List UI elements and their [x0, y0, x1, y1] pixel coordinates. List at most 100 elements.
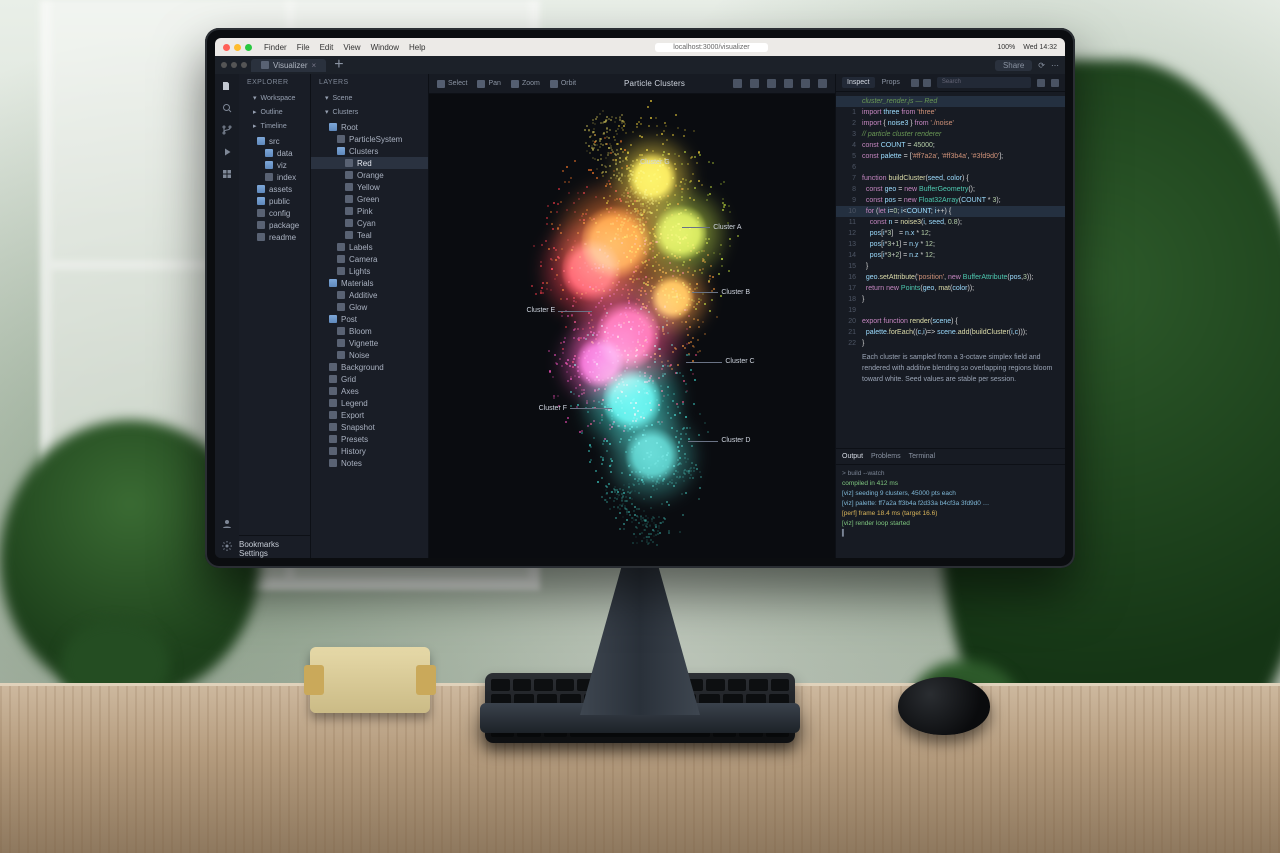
layers-tree[interactable]: RootParticleSystemClustersRedOrangeYello… [311, 119, 428, 558]
code-line[interactable]: 21 palette.forEach((c,i)=> scene.add(bui… [836, 327, 1065, 338]
tree-item[interactable]: Camera [311, 253, 428, 265]
tree-item[interactable]: public [239, 195, 310, 207]
console-tab-output[interactable]: Output [842, 453, 863, 460]
console-tab-terminal[interactable]: Terminal [909, 453, 935, 460]
tree-item[interactable]: Noise [311, 349, 428, 361]
code-line[interactable]: 9 const pos = new Float32Array(COUNT * 3… [836, 195, 1065, 206]
code-line[interactable]: 17 return new Points(geo, mat(color)); [836, 283, 1065, 294]
play-icon[interactable] [784, 79, 793, 88]
minimize-icon[interactable] [234, 44, 241, 51]
settings-icon[interactable] [801, 79, 810, 88]
tree-item[interactable]: ParticleSystem [311, 133, 428, 145]
console-output[interactable]: > build --watchcompiled in 412 ms[viz] s… [836, 465, 1065, 558]
os-menu-help[interactable]: Help [409, 43, 425, 52]
debug-icon[interactable] [221, 146, 233, 158]
code-line[interactable]: 2import { noise3 } from './noise' [836, 118, 1065, 129]
layers-section[interactable]: ▾Clusters [311, 105, 428, 119]
tree-item[interactable]: Axes [311, 385, 428, 397]
expand-icon[interactable] [818, 79, 827, 88]
layers-section[interactable]: ▾Scene [311, 91, 428, 105]
window-controls[interactable] [223, 44, 252, 51]
code-editor[interactable]: cluster_render.js — Red1import three fro… [836, 92, 1065, 448]
explorer-section[interactable]: ▾Workspace [239, 91, 310, 105]
code-line[interactable]: 20export function render(scene) { [836, 316, 1065, 327]
code-line[interactable]: 8 const geo = new BufferGeometry(); [836, 184, 1065, 195]
code-line[interactable]: 13 pos[i*3+1] = n.y * 12; [836, 239, 1065, 250]
explorer-section[interactable]: ▸Timeline [239, 119, 310, 133]
os-menu-window[interactable]: Window [371, 43, 399, 52]
pin-icon[interactable] [911, 79, 919, 87]
zoom-tool[interactable]: Zoom [511, 80, 540, 88]
tree-item[interactable]: Bloom [311, 325, 428, 337]
tree-item[interactable]: Cyan [311, 217, 428, 229]
os-menu-edit[interactable]: Edit [320, 43, 334, 52]
more-icon[interactable] [1051, 79, 1059, 87]
close-icon[interactable] [223, 44, 230, 51]
viewport[interactable]: Cluster ACluster BCluster CCluster DClus… [429, 94, 835, 558]
split-icon[interactable] [1037, 79, 1045, 87]
code-line[interactable]: 22} [836, 338, 1065, 349]
inspector-tab-inspect[interactable]: Inspect [842, 77, 875, 88]
code-line[interactable]: 4const COUNT = 45000; [836, 140, 1065, 151]
tree-item[interactable]: Post [311, 313, 428, 325]
tree-item[interactable]: History [311, 445, 428, 457]
tree-item[interactable]: Glow [311, 301, 428, 313]
code-line[interactable]: 16 geo.setAttribute('position', new Buff… [836, 272, 1065, 283]
tree-item[interactable]: Yellow [311, 181, 428, 193]
new-tab-button[interactable]: + [330, 56, 347, 74]
fullscreen-icon[interactable] [245, 44, 252, 51]
inspector-search[interactable]: Search [937, 77, 1031, 88]
gear-icon[interactable] [221, 540, 233, 552]
code-line[interactable]: 3// particle cluster renderer [836, 129, 1065, 140]
hand-tool[interactable]: Pan [477, 80, 500, 88]
tree-item[interactable]: data [239, 147, 310, 159]
tree-item[interactable]: Materials [311, 277, 428, 289]
tree-item[interactable]: Red [311, 157, 428, 169]
tree-item[interactable]: Settings [239, 549, 310, 558]
more-icon[interactable] [923, 79, 931, 87]
tree-item[interactable]: viz [239, 159, 310, 171]
explorer-tree[interactable]: srcdatavizindexassetspublicconfigpackage… [239, 133, 310, 535]
close-tab-icon[interactable]: × [312, 61, 317, 70]
tree-item[interactable]: Notes [311, 457, 428, 469]
account-icon[interactable] [221, 518, 233, 530]
camera-icon[interactable] [767, 79, 776, 88]
os-menu-finder[interactable]: Finder [264, 43, 287, 52]
tree-item[interactable]: Root [311, 121, 428, 133]
address-bar[interactable]: localhost:3000/visualizer [655, 43, 767, 52]
tree-item[interactable]: Teal [311, 229, 428, 241]
extensions-icon[interactable] [221, 168, 233, 180]
code-line[interactable]: 15 } [836, 261, 1065, 272]
tree-item[interactable]: config [239, 207, 310, 219]
layers-icon[interactable] [750, 79, 759, 88]
share-button[interactable]: Share [995, 60, 1032, 71]
search-icon[interactable] [221, 102, 233, 114]
files-icon[interactable] [221, 80, 233, 92]
tree-item[interactable]: Orange [311, 169, 428, 181]
code-line[interactable]: 19 [836, 305, 1065, 316]
tree-item[interactable]: index [239, 171, 310, 183]
tree-item[interactable]: src [239, 135, 310, 147]
code-line[interactable]: 10 for (let i=0; i<COUNT; i++) { [836, 206, 1065, 217]
tree-item[interactable]: Bookmarks [239, 540, 310, 549]
os-menu-view[interactable]: View [343, 43, 360, 52]
tree-item[interactable]: assets [239, 183, 310, 195]
tree-item[interactable]: Legend [311, 397, 428, 409]
code-line[interactable]: 6 [836, 162, 1065, 173]
grid-icon[interactable] [733, 79, 742, 88]
os-menu-file[interactable]: File [297, 43, 310, 52]
tree-item[interactable]: Background [311, 361, 428, 373]
code-line[interactable]: 14 pos[i*3+2] = n.z * 12; [836, 250, 1065, 261]
tree-item[interactable]: package [239, 219, 310, 231]
tree-item[interactable]: Vignette [311, 337, 428, 349]
tree-item[interactable]: Presets [311, 433, 428, 445]
code-line[interactable]: 18} [836, 294, 1065, 305]
code-line[interactable]: 5const palette = ['#ff7a2a', '#ff3b4a', … [836, 151, 1065, 162]
tree-item[interactable]: Grid [311, 373, 428, 385]
tree-item[interactable]: Labels [311, 241, 428, 253]
console-tab-problems[interactable]: Problems [871, 453, 901, 460]
tree-item[interactable]: Additive [311, 289, 428, 301]
orbit-tool[interactable]: Orbit [550, 80, 576, 88]
branch-icon[interactable] [221, 124, 233, 136]
tree-item[interactable]: Export [311, 409, 428, 421]
